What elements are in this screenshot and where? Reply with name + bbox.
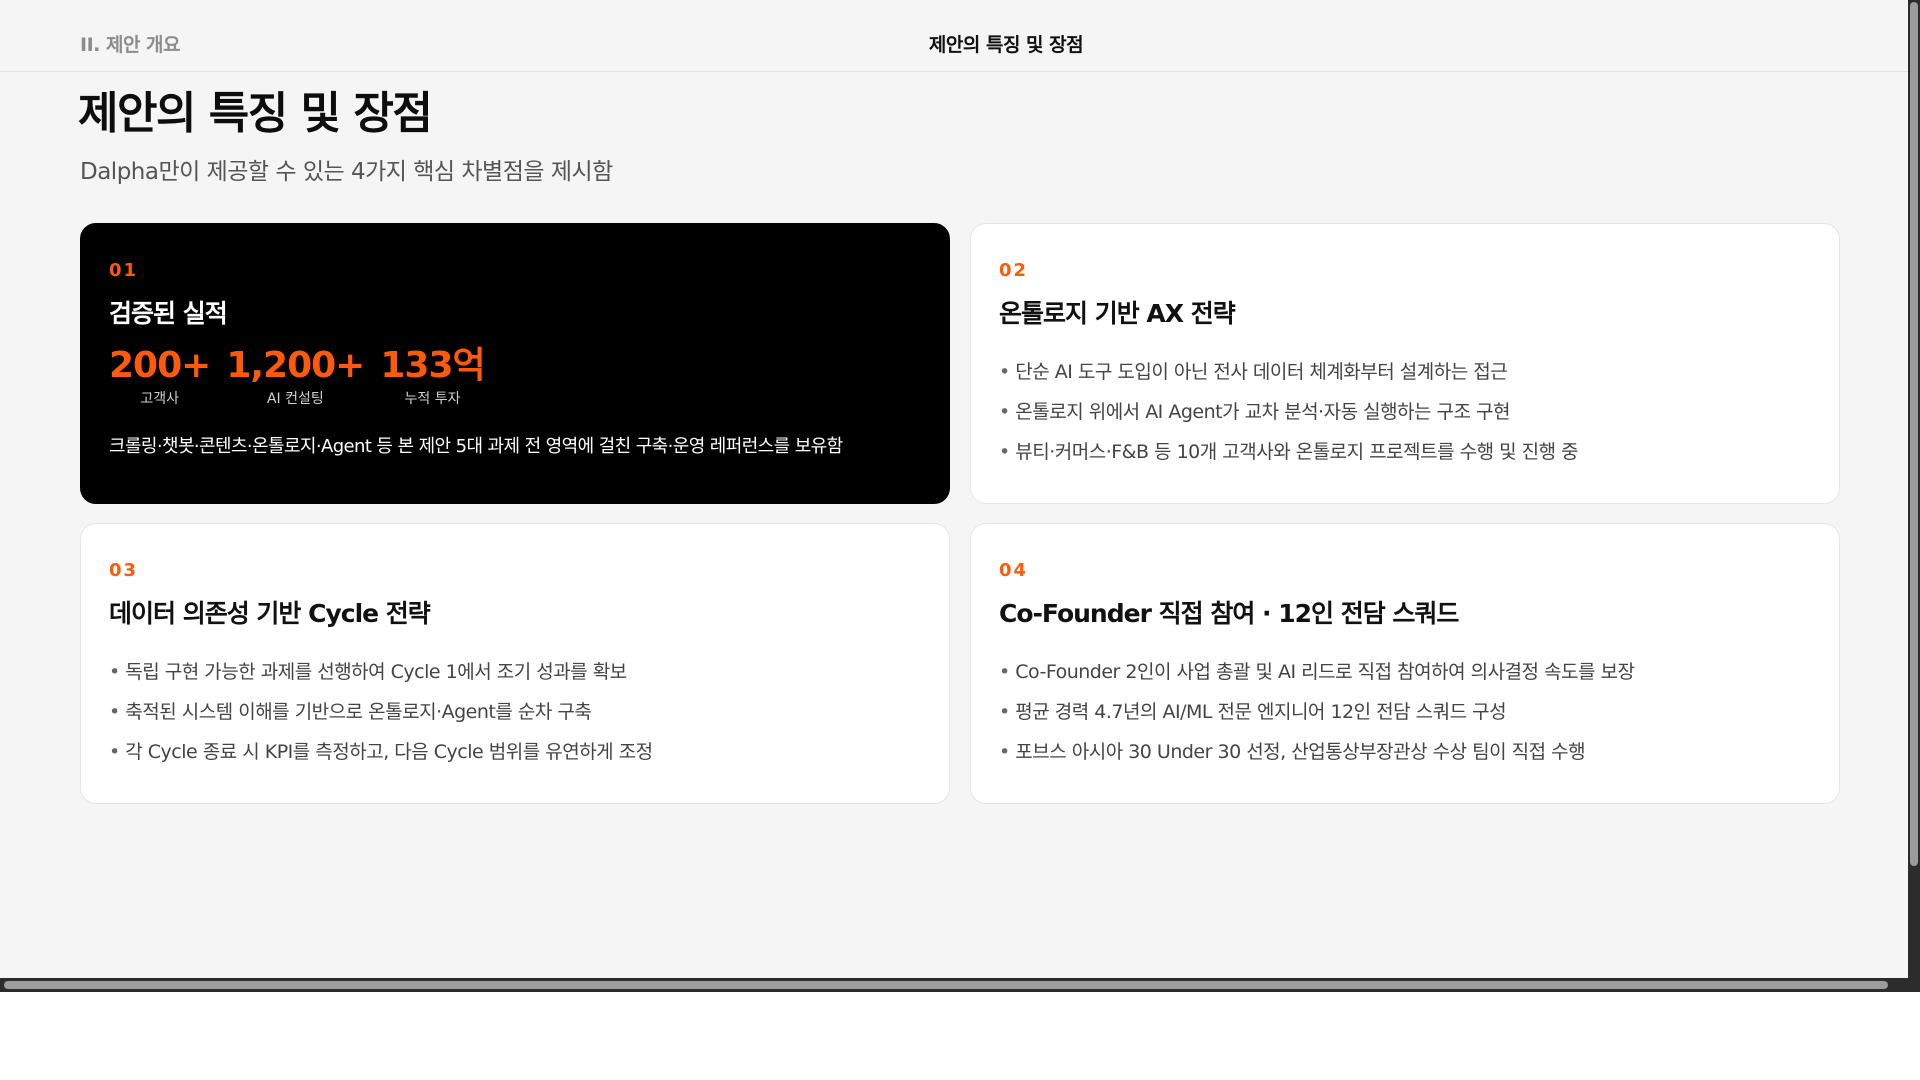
stat-investment: 133억 누적 투자 xyxy=(380,345,485,408)
horizontal-scrollbar-thumb[interactable] xyxy=(4,981,1888,989)
vertical-scrollbar[interactable] xyxy=(1908,0,1920,992)
bullet-item: 독립 구현 가능한 과제를 선행하여 Cycle 1에서 조기 성과를 확보 xyxy=(109,652,653,692)
horizontal-scrollbar[interactable] xyxy=(0,978,1908,992)
stat-label: AI 컨설팅 xyxy=(266,391,324,407)
card-number: 02 xyxy=(999,260,1029,281)
stat-consulting: 1,200+ AI 컨설팅 xyxy=(226,345,365,408)
card-number: 03 xyxy=(109,560,139,581)
card-number: 04 xyxy=(999,560,1029,581)
header-title: 제안의 특징 및 장점 xyxy=(928,34,1084,56)
slide-viewport: II. 제안 개요 제안의 특징 및 장점 제안의 특징 및 장점 Dalpha… xyxy=(0,0,1908,978)
stat-value: 133억 xyxy=(380,345,485,386)
vertical-scrollbar-thumb[interactable] xyxy=(1910,2,1918,866)
page-title: 제안의 특징 및 장점 xyxy=(78,88,433,139)
card-title: 데이터 의존성 기반 Cycle 전략 xyxy=(109,599,431,628)
stat-label: 누적 투자 xyxy=(404,391,461,407)
card-title: 온톨로지 기반 AX 전략 xyxy=(999,299,1236,328)
bullet-item: 온톨로지 위에서 AI Agent가 교차 분석·자동 실행하는 구조 구현 xyxy=(999,392,1578,432)
feature-card-04: 04 Co-Founder 직접 참여 · 12인 전담 스쿼드 Co-Foun… xyxy=(970,523,1840,804)
bullet-list: Co-Founder 2인이 사업 총괄 및 AI 리드로 직접 참여하여 의사… xyxy=(999,652,1635,772)
bullet-list: 독립 구현 가능한 과제를 선행하여 Cycle 1에서 조기 성과를 확보 축… xyxy=(109,652,653,772)
card-title: Co-Founder 직접 참여 · 12인 전담 스쿼드 xyxy=(999,599,1459,628)
stat-value: 1,200+ xyxy=(226,345,365,386)
bullet-item: 평균 경력 4.7년의 AI/ML 전문 엔지니어 12인 전담 스쿼드 구성 xyxy=(999,692,1635,732)
feature-card-02: 02 온톨로지 기반 AX 전략 단순 AI 도구 도입이 아닌 전사 데이터 … xyxy=(970,223,1840,504)
bullet-item: Co-Founder 2인이 사업 총괄 및 AI 리드로 직접 참여하여 의사… xyxy=(999,652,1635,692)
bullet-item: 포브스 아시아 30 Under 30 선정, 산업통상부장관상 수상 팀이 직… xyxy=(999,732,1635,772)
feature-card-03: 03 데이터 의존성 기반 Cycle 전략 독립 구현 가능한 과제를 선행하… xyxy=(80,523,950,804)
bullet-item: 각 Cycle 종료 시 KPI를 측정하고, 다음 Cycle 범위를 유연하… xyxy=(109,732,653,772)
card-number: 01 xyxy=(109,260,139,281)
slide-header: II. 제안 개요 제안의 특징 및 장점 xyxy=(0,0,1908,72)
card-title: 검증된 실적 xyxy=(109,299,228,328)
bullet-item: 축적된 시스템 이해를 기반으로 온톨로지·Agent를 순차 구축 xyxy=(109,692,653,732)
card-description: 크롤링·챗봇·콘텐츠·온톨로지·Agent 등 본 제안 5대 과제 전 영역에… xyxy=(109,436,843,457)
bullet-list: 단순 AI 도구 도입이 아닌 전사 데이터 체계화부터 설계하는 접근 온톨로… xyxy=(999,352,1578,472)
stat-label: 고객사 xyxy=(140,391,179,407)
bullet-item: 단순 AI 도구 도입이 아닌 전사 데이터 체계화부터 설계하는 접근 xyxy=(999,352,1578,392)
stats-row: 200+ 고객사 1,200+ AI 컨설팅 133억 누적 투자 xyxy=(109,345,486,408)
page-subtitle: Dalpha만이 제공할 수 있는 4가지 핵심 차별점을 제시함 xyxy=(80,159,613,185)
feature-card-01: 01 검증된 실적 200+ 고객사 1,200+ AI 컨설팅 133억 누적… xyxy=(80,223,950,504)
stat-customers: 200+ 고객사 xyxy=(109,345,211,408)
stat-value: 200+ xyxy=(109,345,211,386)
bullet-item: 뷰티·커머스·F&B 등 10개 고객사와 온톨로지 프로젝트를 수행 및 진행… xyxy=(999,432,1578,472)
